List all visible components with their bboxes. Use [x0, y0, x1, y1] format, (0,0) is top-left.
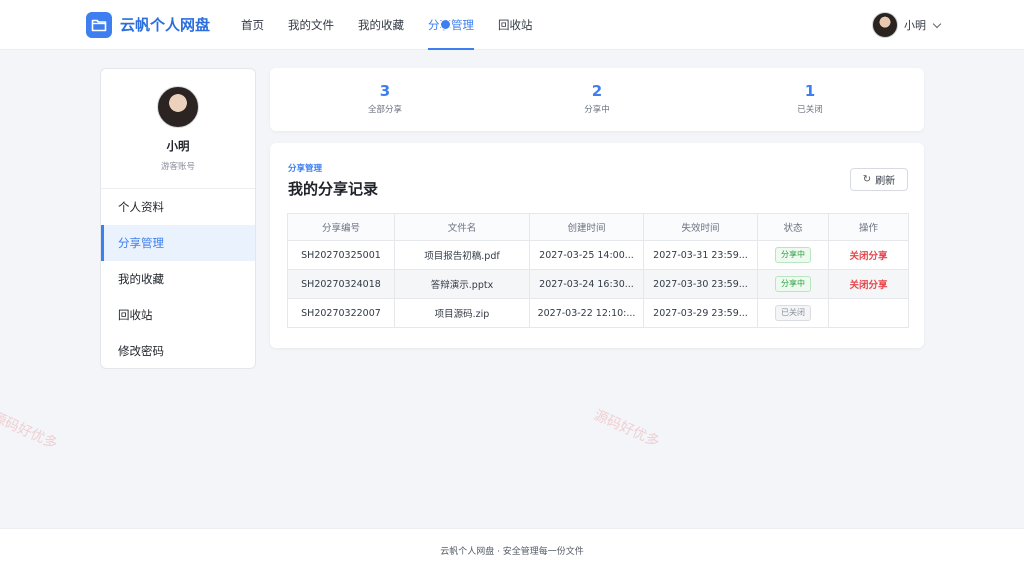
share-id: SH20270324018	[287, 269, 395, 299]
brand-name[interactable]: 云帆个人网盘	[120, 14, 210, 35]
stat-label: 分享中	[584, 105, 610, 115]
cursor-indicator	[440, 19, 451, 30]
file-name: 项目源码.zip	[394, 298, 530, 328]
footer: 云帆个人网盘 · 安全管理每一份文件	[0, 528, 1024, 576]
expire-time: 2027-03-29 23:59...	[643, 298, 758, 328]
stat-label: 全部分享	[367, 105, 402, 115]
status-badge: 分享中	[775, 276, 811, 292]
action-cell	[828, 298, 909, 328]
share-table: 分享编号 文件名 创建时间 失效时间 状态 操作 SH20270325001 项…	[287, 213, 909, 328]
nav-recycle-bin[interactable]: 回收站	[486, 0, 545, 50]
refresh-button[interactable]: ↻ 刷新	[850, 168, 908, 191]
watermark: 源码好优多	[591, 407, 662, 451]
main-nav: 首页 我的文件 我的收藏 分享管理 回收站	[229, 0, 545, 50]
sidebar-item-share-management[interactable]: 分享管理	[101, 225, 255, 261]
share-id: SH20270322007	[287, 298, 395, 328]
stat-closed: 1 已关闭	[750, 82, 870, 115]
table-row: SH20270324018 答辩演示.pptx 2027-03-24 16:30…	[287, 269, 909, 299]
chevron-down-icon[interactable]	[932, 19, 942, 28]
folder-icon[interactable]	[86, 12, 112, 38]
section-eyebrow: 分享管理	[288, 164, 323, 174]
column-header: 操作	[828, 213, 909, 241]
share-id: SH20270325001	[287, 240, 395, 270]
file-name: 项目报告初稿.pdf	[394, 240, 530, 270]
close-share-button[interactable]: 关闭分享	[849, 280, 887, 291]
column-header: 创建时间	[529, 213, 644, 241]
share-records-card: 分享管理 我的分享记录 ↻ 刷新 分享编号 文件名 创建时间 失效时间 状态 操…	[270, 143, 924, 348]
file-name: 答辩演示.pptx	[394, 269, 530, 299]
created-time: 2027-03-24 16:30...	[529, 269, 644, 299]
profile-role: 游客账号	[160, 162, 195, 172]
top-header: 云帆个人网盘 首页 我的文件 我的收藏 分享管理 回收站 小明	[0, 0, 1024, 50]
sidebar-item-recycle-bin[interactable]: 回收站	[101, 297, 255, 333]
stat-value: 1	[804, 82, 816, 100]
nav-home[interactable]: 首页	[229, 0, 276, 50]
avatar	[157, 86, 199, 128]
stat-value: 2	[591, 82, 603, 100]
column-header: 文件名	[394, 213, 530, 241]
watermark: 源码好优多	[0, 409, 60, 453]
nav-my-files[interactable]: 我的文件	[276, 0, 346, 50]
column-header: 状态	[757, 213, 829, 241]
created-time: 2027-03-25 14:00...	[529, 240, 644, 270]
table-row: SH20270325001 项目报告初稿.pdf 2027-03-25 14:0…	[287, 240, 909, 270]
table-row: SH20270322007 项目源码.zip 2027-03-22 12:10:…	[287, 298, 909, 328]
sidebar-item-favorites[interactable]: 我的收藏	[101, 261, 255, 297]
column-header: 失效时间	[643, 213, 758, 241]
nav-share-management[interactable]: 分享管理	[416, 0, 486, 50]
stat-active: 2 分享中	[537, 82, 657, 115]
table-header-row: 分享编号 文件名 创建时间 失效时间 状态 操作	[287, 213, 909, 241]
close-share-button[interactable]: 关闭分享	[849, 251, 887, 262]
stat-total: 3 全部分享	[325, 82, 445, 115]
stat-value: 3	[379, 82, 391, 100]
avatar[interactable]	[872, 12, 898, 38]
expire-time: 2027-03-30 23:59...	[643, 269, 758, 299]
sidebar-item-profile[interactable]: 个人资料	[101, 189, 255, 225]
share-stats: 3 全部分享 2 分享中 1 已关闭	[270, 68, 924, 131]
stat-label: 已关闭	[797, 105, 823, 115]
sidebar: 小明 游客账号 个人资料 分享管理 我的收藏 回收站 修改密码	[100, 68, 256, 369]
profile-name: 小明	[166, 139, 190, 153]
refresh-icon: ↻	[862, 174, 872, 185]
created-time: 2027-03-22 12:10:...	[529, 298, 644, 328]
status-badge: 已关闭	[775, 305, 811, 321]
refresh-label: 刷新	[875, 176, 896, 187]
nav-favorites[interactable]: 我的收藏	[346, 0, 416, 50]
sidebar-item-change-password[interactable]: 修改密码	[101, 333, 255, 368]
expire-time: 2027-03-31 23:59...	[643, 240, 758, 270]
section-title: 我的分享记录	[288, 180, 379, 198]
user-menu[interactable]: 小明	[872, 12, 942, 38]
column-header: 分享编号	[287, 213, 395, 241]
status-badge: 分享中	[775, 247, 811, 263]
profile-card: 小明 游客账号	[101, 69, 255, 189]
user-name[interactable]: 小明	[904, 17, 926, 33]
